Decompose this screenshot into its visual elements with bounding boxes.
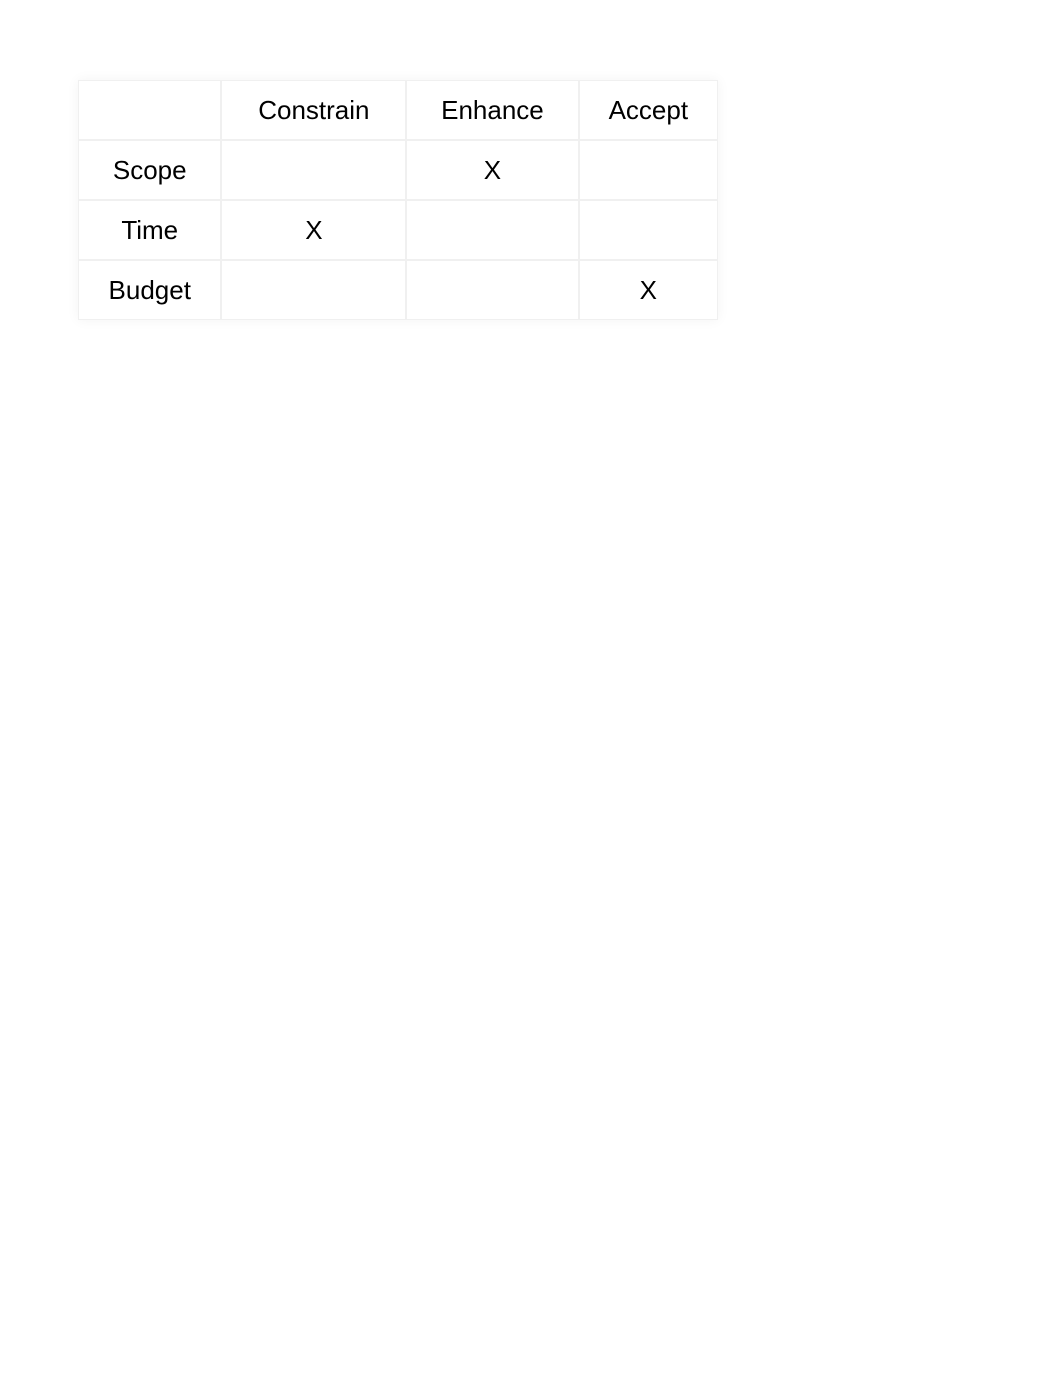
- cell-time-constrain: X: [221, 200, 406, 260]
- table-corner-cell: [78, 80, 221, 140]
- row-header-scope: Scope: [78, 140, 221, 200]
- cell-budget-constrain: [221, 260, 406, 320]
- cell-scope-constrain: [221, 140, 406, 200]
- cell-scope-enhance: X: [406, 140, 578, 200]
- row-header-budget: Budget: [78, 260, 221, 320]
- table-row: Time X: [78, 200, 718, 260]
- table-row: Scope X: [78, 140, 718, 200]
- column-header-constrain: Constrain: [221, 80, 406, 140]
- table-row: Budget X: [78, 260, 718, 320]
- cell-budget-enhance: [406, 260, 578, 320]
- priority-matrix-table: Constrain Enhance Accept Scope X Time X …: [78, 80, 718, 320]
- cell-scope-accept: [579, 140, 718, 200]
- cell-budget-accept: X: [579, 260, 718, 320]
- cell-time-enhance: [406, 200, 578, 260]
- table-header-row: Constrain Enhance Accept: [78, 80, 718, 140]
- column-header-accept: Accept: [579, 80, 718, 140]
- cell-time-accept: [579, 200, 718, 260]
- matrix-table: Constrain Enhance Accept Scope X Time X …: [78, 80, 718, 320]
- column-header-enhance: Enhance: [406, 80, 578, 140]
- row-header-time: Time: [78, 200, 221, 260]
